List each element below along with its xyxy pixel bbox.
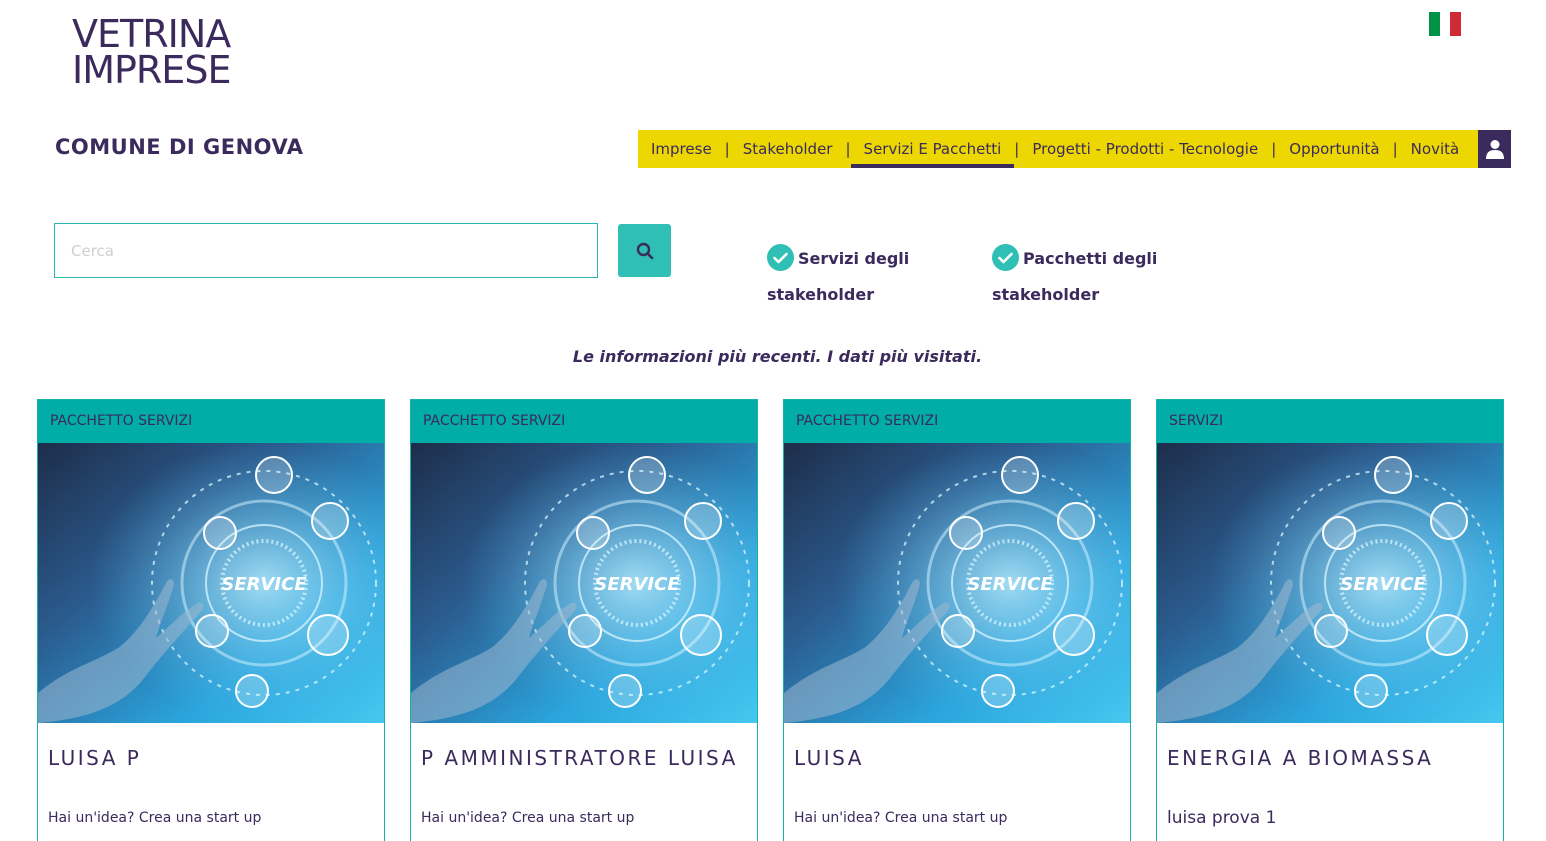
- card-category: PACCHETTO SERVIZI: [38, 400, 384, 443]
- search-button[interactable]: [618, 224, 671, 277]
- card-description: luisa prova 1: [1167, 808, 1277, 828]
- card-title[interactable]: P AMMINISTRATORE LUISA: [421, 747, 747, 791]
- nav-item-progetti[interactable]: Progetti - Prodotti - Tecnologie: [1029, 130, 1261, 168]
- image-service-text: SERVICE: [967, 574, 1053, 595]
- check-circle-icon[interactable]: [767, 244, 794, 271]
- card-category: PACCHETTO SERVIZI: [784, 400, 1130, 443]
- service-card[interactable]: PACCHETTO SERVIZI SERVICE LUISA Hai un'i…: [783, 399, 1131, 841]
- filter-servizi-stakeholder[interactable]: Servizi degli stakeholder: [767, 241, 967, 313]
- card-description: Hai un'idea? Crea una start up: [794, 810, 1008, 826]
- user-account-button[interactable]: [1478, 130, 1511, 168]
- section-tagline: Le informazioni più recenti. I dati più …: [572, 347, 983, 366]
- nav-separator: |: [724, 140, 730, 158]
- nav-item-opportunita[interactable]: Opportunità: [1286, 130, 1382, 168]
- nav-separator: |: [1271, 140, 1277, 158]
- main-nav: Imprese | Stakeholder | Servizi E Pacche…: [638, 130, 1478, 168]
- card-category: SERVIZI: [1157, 400, 1503, 443]
- site-logo[interactable]: VETRINA IMPRESE: [72, 12, 272, 92]
- logo-line-1: VETRINA: [72, 12, 231, 56]
- card-title[interactable]: ENERGIA A BIOMASSA: [1167, 747, 1493, 791]
- nav-item-novita[interactable]: Novità: [1408, 130, 1463, 168]
- image-service-text: SERVICE: [221, 574, 307, 595]
- user-icon: [1485, 140, 1504, 159]
- nav-item-imprese[interactable]: Imprese: [648, 130, 715, 168]
- service-card[interactable]: PACCHETTO SERVIZI SERVICE LUISA P Hai un…: [37, 399, 385, 841]
- italian-flag-icon[interactable]: [1429, 12, 1462, 36]
- card-image[interactable]: SERVICE: [411, 443, 757, 723]
- card-image[interactable]: SERVICE: [1157, 443, 1503, 723]
- image-service-text: SERVICE: [1340, 574, 1426, 595]
- logo-line-2: IMPRESE: [72, 48, 231, 92]
- service-card[interactable]: PACCHETTO SERVIZI SERVICE P AMMINISTRATO…: [410, 399, 758, 841]
- card-category: PACCHETTO SERVIZI: [411, 400, 757, 443]
- card-title[interactable]: LUISA P: [48, 747, 374, 791]
- service-card[interactable]: SERVIZI SERVICE ENERGIA A BIOMASSA luisa…: [1156, 399, 1504, 841]
- card-title[interactable]: LUISA: [794, 747, 1120, 791]
- nav-separator: |: [1014, 140, 1020, 158]
- card-image[interactable]: SERVICE: [784, 443, 1130, 723]
- card-description: Hai un'idea? Crea una start up: [48, 810, 262, 826]
- org-title: COMUNE DI GENOVA: [55, 135, 304, 159]
- filter-pacchetti-stakeholder[interactable]: Pacchetti degli stakeholder: [992, 241, 1192, 313]
- nav-separator: |: [1392, 140, 1398, 158]
- card-description: Hai un'idea? Crea una start up: [421, 810, 635, 826]
- nav-item-stakeholder[interactable]: Stakeholder: [740, 130, 836, 168]
- search-input[interactable]: [54, 223, 598, 278]
- nav-item-servizi-e-pacchetti[interactable]: Servizi E Pacchetti: [850, 130, 1015, 168]
- check-circle-icon[interactable]: [992, 244, 1019, 271]
- card-image[interactable]: SERVICE: [38, 443, 384, 723]
- image-service-text: SERVICE: [594, 574, 680, 595]
- nav-separator: |: [845, 140, 851, 158]
- search-icon: [636, 242, 653, 259]
